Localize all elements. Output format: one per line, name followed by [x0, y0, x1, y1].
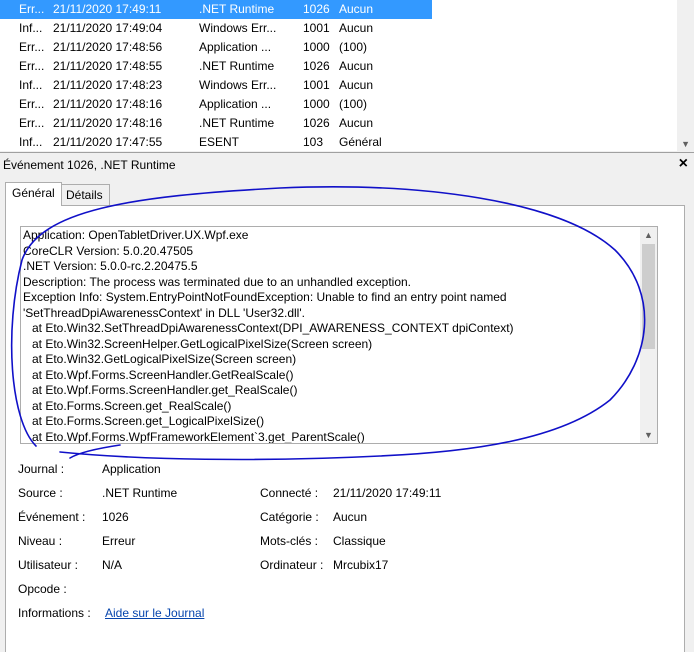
source-value: .NET Runtime	[102, 486, 178, 500]
opcode-label: Opcode :	[18, 582, 67, 596]
tab-details[interactable]: Détails	[59, 184, 110, 205]
scroll-down-arrow-icon[interactable]: ▼	[681, 139, 690, 149]
detail-title: Événement 1026, .NET Runtime	[3, 158, 176, 172]
event-row[interactable]: !Err...21/11/2020 17:48:56Application ..…	[0, 38, 432, 57]
detail-header: Événement 1026, .NET Runtime ×	[0, 152, 694, 177]
event-id: 1026	[303, 59, 330, 73]
connecte-value: 21/11/2020 17:49:11	[333, 486, 442, 500]
event-level: Err...	[19, 116, 45, 130]
ordinateur-label: Ordinateur :	[260, 558, 324, 572]
event-source: Windows Err...	[199, 78, 277, 92]
event-row[interactable]: iInf...21/11/2020 17:49:04Windows Err...…	[0, 19, 432, 38]
journal-help-link[interactable]: Aide sur le Journal	[105, 606, 204, 620]
event-source: .NET Runtime	[199, 2, 275, 16]
description-line: CoreCLR Version: 5.0.20.47505	[23, 243, 194, 258]
event-task: Aucun	[339, 116, 374, 130]
event-id: 1001	[303, 78, 330, 92]
event-date: 21/11/2020 17:48:16	[53, 97, 163, 111]
event-source: Application ...	[199, 40, 272, 54]
event-id: 1026	[303, 116, 330, 130]
scroll-up-arrow-icon[interactable]: ▲	[644, 230, 653, 240]
utilisateur-label: Utilisateur :	[18, 558, 79, 572]
event-row[interactable]: !Err...21/11/2020 17:49:11.NET Runtime10…	[0, 0, 432, 19]
event-source: Application ...	[199, 97, 272, 111]
categorie-label: Catégorie :	[260, 510, 319, 524]
event-source: ESENT	[199, 135, 240, 149]
description-line: at Eto.Wpf.Forms.ScreenHandler.get_RealS…	[32, 383, 298, 397]
close-icon[interactable]: ×	[679, 155, 688, 173]
event-level: Err...	[19, 59, 45, 73]
description-line: at Eto.Forms.Screen.get_LogicalPixelSize…	[32, 414, 265, 428]
event-task: Aucun	[339, 78, 374, 92]
event-id: 1026	[303, 2, 330, 16]
event-list[interactable]: !Err...21/11/2020 17:49:11.NET Runtime10…	[0, 0, 694, 151]
event-id: 1000	[303, 97, 330, 111]
event-task: Aucun	[339, 59, 374, 73]
event-task: Aucun	[339, 21, 374, 35]
list-scrollbar[interactable]: ▼	[677, 0, 694, 151]
event-level: Inf...	[19, 78, 43, 92]
connecte-label: Connecté :	[260, 486, 319, 500]
evenement-value: 1026	[102, 510, 129, 524]
description-scrollbar[interactable]: ▲ ▼	[640, 227, 657, 443]
description-line: Exception Info: System.EntryPointNotFoun…	[23, 290, 507, 304]
scroll-thumb[interactable]	[642, 244, 655, 349]
journal-value: Application	[102, 462, 161, 476]
description-line: Application: OpenTabletDriver.UX.Wpf.exe	[23, 228, 249, 242]
description-line: at Eto.Wpf.Forms.WpfFrameworkElement`3.g…	[32, 429, 365, 444]
event-task: Aucun	[339, 2, 374, 16]
niveau-label: Niveau :	[18, 534, 63, 548]
informations-label: Informations :	[18, 606, 91, 620]
evenement-label: Événement :	[18, 510, 86, 524]
event-row[interactable]: !Err...21/11/2020 17:48:16.NET Runtime10…	[0, 114, 432, 133]
description-line: at Eto.Win32.GetLogicalPixelSize(Screen …	[32, 352, 297, 366]
journal-label: Journal :	[18, 462, 65, 476]
event-row[interactable]: !Err...21/11/2020 17:48:16Application ..…	[0, 95, 432, 114]
event-row[interactable]: iInf...21/11/2020 17:47:55ESENT103Généra…	[0, 133, 432, 151]
event-row[interactable]: iInf...21/11/2020 17:48:23Windows Err...…	[0, 76, 432, 95]
event-date: 21/11/2020 17:48:16	[53, 116, 163, 130]
source-label: Source :	[18, 486, 63, 500]
event-id: 1000	[303, 40, 330, 54]
event-task: (100)	[339, 97, 368, 111]
niveau-value: Erreur	[102, 534, 136, 548]
motscles-value: Classique	[333, 534, 386, 548]
utilisateur-value: N/A	[102, 558, 123, 572]
general-tab-panel: Application: OpenTabletDriver.UX.Wpf.exe…	[5, 205, 685, 652]
event-level: Err...	[19, 2, 45, 16]
description-line: at Eto.Win32.SetThreadDpiAwarenessContex…	[32, 321, 514, 335]
event-date: 21/11/2020 17:47:55	[53, 135, 163, 149]
event-level: Err...	[19, 97, 45, 111]
motscles-label: Mots-clés :	[260, 534, 319, 548]
event-task: Général	[339, 135, 382, 149]
categorie-value: Aucun	[333, 510, 368, 524]
event-id: 103	[303, 135, 324, 149]
event-date: 21/11/2020 17:48:55	[53, 59, 163, 73]
event-level: Err...	[19, 40, 45, 54]
event-date: 21/11/2020 17:49:04	[53, 21, 163, 35]
description-textbox[interactable]: Application: OpenTabletDriver.UX.Wpf.exe…	[20, 226, 658, 444]
description-line: at Eto.Wpf.Forms.ScreenHandler.GetRealSc…	[32, 367, 294, 382]
description-line: .NET Version: 5.0.0-rc.2.20475.5	[23, 259, 198, 273]
ordinateur-value: Mrcubix17	[333, 558, 389, 572]
event-date: 21/11/2020 17:48:23	[53, 78, 163, 92]
scroll-down-arrow-icon[interactable]: ▼	[644, 430, 653, 440]
event-row[interactable]: !Err...21/11/2020 17:48:55.NET Runtime10…	[0, 57, 432, 76]
event-task: (100)	[339, 40, 368, 54]
description-line: Description: The process was terminated …	[23, 274, 412, 289]
tab-general[interactable]: Général	[5, 182, 62, 206]
event-id: 1001	[303, 21, 330, 35]
event-source: .NET Runtime	[199, 59, 275, 73]
event-source: .NET Runtime	[199, 116, 275, 130]
event-source: Windows Err...	[199, 21, 277, 35]
event-level: Inf...	[19, 135, 43, 149]
description-line: 'SetThreadDpiAwarenessContext' in DLL 'U…	[23, 305, 305, 320]
event-date: 21/11/2020 17:48:56	[53, 40, 163, 54]
event-level: Inf...	[19, 21, 43, 35]
event-date: 21/11/2020 17:49:11	[53, 2, 162, 16]
description-line: at Eto.Forms.Screen.get_RealScale()	[32, 398, 232, 413]
description-line: at Eto.Win32.ScreenHelper.GetLogicalPixe…	[32, 336, 373, 351]
